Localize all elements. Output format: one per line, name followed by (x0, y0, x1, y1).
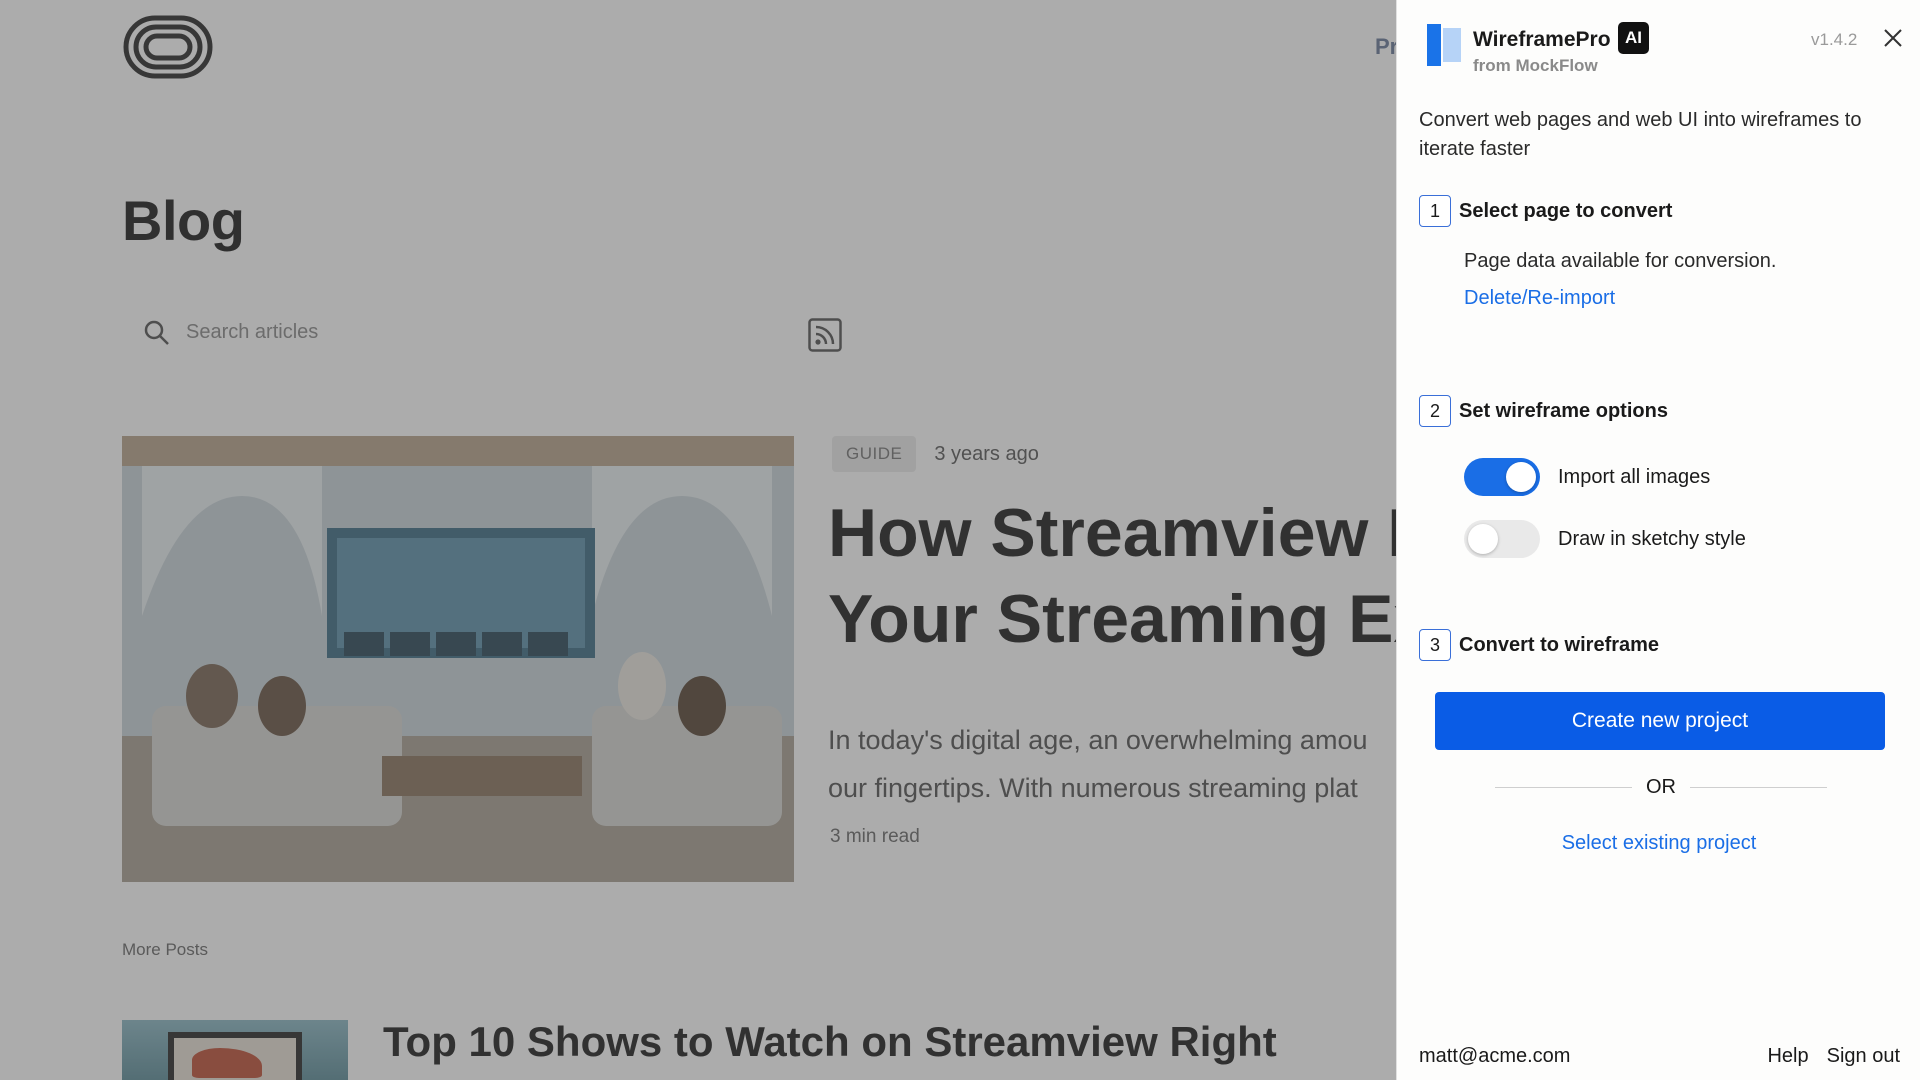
panel-description: Convert web pages and web UI into wirefr… (1419, 109, 1862, 160)
sketchy-style-toggle[interactable] (1464, 520, 1540, 558)
version-label: v1.4.2 (1811, 30, 1858, 49)
step-number: 2 (1419, 395, 1451, 427)
brand-name: WireframePro (1473, 28, 1611, 51)
footer-links: Help Sign out (1767, 1045, 1900, 1068)
step-2-header: 2 Set wireframe options (1419, 395, 1668, 427)
wireframepro-panel: WireframePro AI from MockFlow v1.4.2 Con… (1396, 0, 1920, 1080)
toggle-label: Draw in sketchy style (1558, 527, 1746, 550)
close-icon[interactable] (1881, 26, 1905, 50)
user-email: matt@acme.com (1419, 1045, 1571, 1067)
select-existing-project-link[interactable]: Select existing project (1562, 832, 1757, 854)
ai-badge: AI (1618, 22, 1649, 54)
step-label: Convert to wireframe (1459, 633, 1660, 656)
import-images-option: Import all images (1464, 458, 1710, 496)
step-label: Select page to convert (1459, 199, 1673, 222)
delete-reimport-link[interactable]: Delete/Re-import (1464, 287, 1615, 310)
step-number: 1 (1419, 195, 1451, 227)
create-new-project-button[interactable]: Create new project (1435, 692, 1885, 750)
step-3-header: 3 Convert to wireframe (1419, 629, 1659, 661)
import-images-toggle[interactable] (1464, 458, 1540, 496)
dim-overlay (0, 0, 1396, 1080)
or-text: OR (1646, 776, 1676, 798)
wireframepro-logo-icon (1427, 24, 1461, 66)
select-existing-wrapper: Select existing project (1397, 832, 1920, 855)
help-link[interactable]: Help (1767, 1045, 1808, 1068)
page-data-status: Page data available for conversion. (1464, 250, 1777, 272)
step-number: 3 (1419, 629, 1451, 661)
or-divider: OR (1495, 776, 1827, 799)
sign-out-link[interactable]: Sign out (1827, 1045, 1900, 1068)
sketchy-style-option: Draw in sketchy style (1464, 520, 1746, 558)
toggle-label: Import all images (1558, 465, 1711, 488)
step-1-header: 1 Select page to convert (1419, 195, 1672, 227)
step-label: Set wireframe options (1459, 399, 1668, 422)
brand-subtitle: from MockFlow (1473, 56, 1598, 75)
